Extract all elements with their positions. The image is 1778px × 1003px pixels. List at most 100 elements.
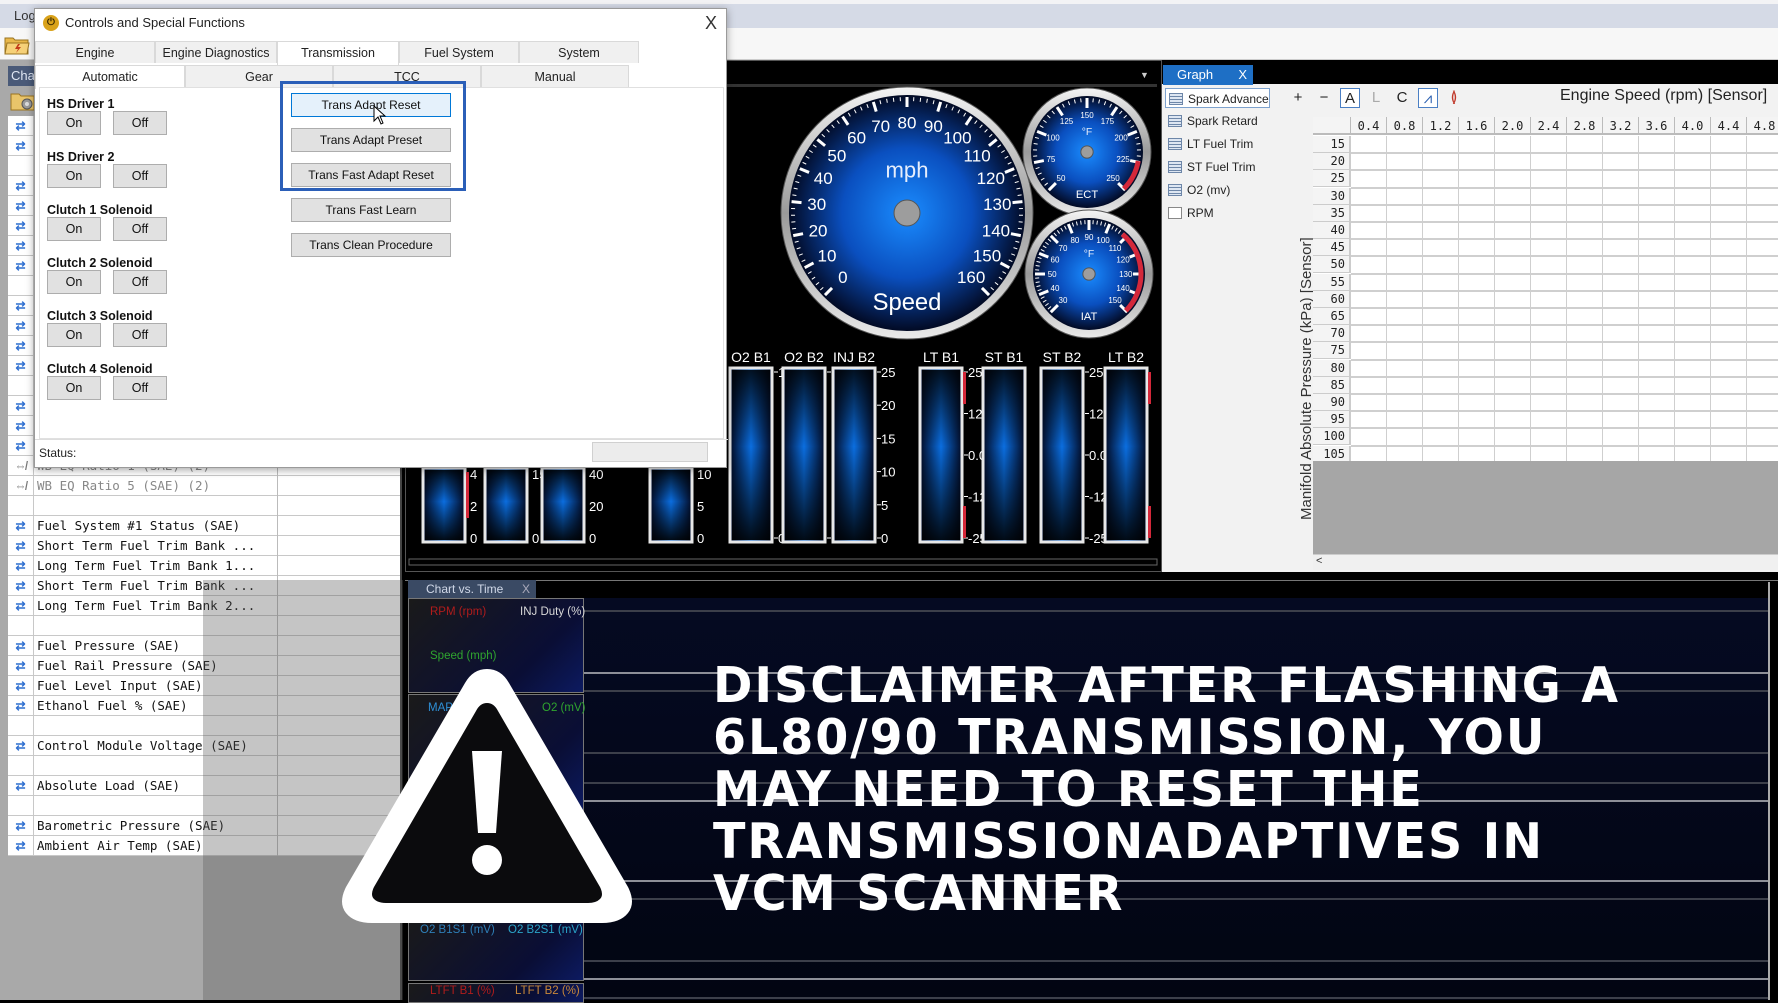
link-icon: ⇄ xyxy=(8,556,34,576)
gauge-tick-label: 80 xyxy=(1070,236,1079,245)
link-icon: ⇄ xyxy=(8,176,34,196)
bar-limit-marker xyxy=(466,472,469,518)
subtab-manual[interactable]: Manual xyxy=(481,65,629,87)
empty-cell xyxy=(8,376,34,396)
zoom-in-icon[interactable]: + xyxy=(1288,88,1308,108)
graph-table-grid[interactable]: 0.40.81.21.62.02.42.83.23.64.04.44.81520… xyxy=(1313,117,1778,461)
grid-corner xyxy=(1313,117,1351,135)
off-button[interactable]: Off xyxy=(113,323,167,347)
grid-hline xyxy=(1351,273,1778,275)
row-header: 60 xyxy=(1313,291,1351,308)
link-icon: ⇄ xyxy=(8,816,34,836)
horizontal-scrollbar[interactable] xyxy=(1313,554,1778,570)
off-button[interactable]: Off xyxy=(113,111,167,135)
open-folder-icon[interactable] xyxy=(4,34,30,56)
grid-hline xyxy=(1351,221,1778,223)
tab-transmission[interactable]: Transmission xyxy=(277,41,399,65)
trace-icon[interactable]: ≬ xyxy=(1444,88,1464,108)
graph-table-item[interactable]: Spark Advance xyxy=(1165,88,1270,108)
table-icon xyxy=(1168,161,1182,173)
waveform-icon[interactable]: ⩘ xyxy=(1418,88,1438,108)
on-button[interactable]: On xyxy=(47,217,101,241)
list-item[interactable]: ⇎WB EQ Ratio 5 (SAE) (2) xyxy=(8,476,400,496)
list-item[interactable]: ⇄Fuel System #1 Status (SAE) xyxy=(8,516,400,536)
tab-system[interactable]: System xyxy=(519,41,639,63)
list-item-name: Barometric Pressure (SAE) xyxy=(37,816,225,836)
on-button[interactable]: On xyxy=(47,323,101,347)
list-item-value xyxy=(277,556,400,576)
close-icon[interactable]: X xyxy=(522,580,530,598)
link-icon: ⇄ xyxy=(8,636,34,656)
divider xyxy=(35,439,728,440)
off-button[interactable]: Off xyxy=(113,217,167,241)
zoom-out-icon[interactable]: − xyxy=(1314,88,1334,108)
off-button[interactable]: Off xyxy=(113,164,167,188)
gauge-tick-label: 130 xyxy=(983,195,1011,214)
row-header: 35 xyxy=(1313,205,1351,222)
tab-graph[interactable]: Graph X xyxy=(1163,65,1253,85)
trans-adapt-reset-button[interactable]: Trans Adapt Reset xyxy=(291,93,451,117)
list-item[interactable] xyxy=(8,496,400,516)
auto-icon[interactable]: A xyxy=(1340,88,1360,108)
list-item[interactable]: ⇄Short Term Fuel Trim Bank ... xyxy=(8,536,400,556)
cell-mode-icon[interactable]: C xyxy=(1392,88,1412,108)
graph-table-label: ST Fuel Trim xyxy=(1187,160,1255,174)
list-item-name: Long Term Fuel Trim Bank 1... xyxy=(37,556,255,576)
grid-hline xyxy=(1351,187,1778,189)
legend-item[interactable]: INJ Duty (%) xyxy=(520,606,585,618)
gauge-tick-label: 125 xyxy=(1060,117,1074,126)
gauge-tick-label: 0 xyxy=(838,268,847,287)
on-button[interactable]: On xyxy=(47,270,101,294)
row-header: 55 xyxy=(1313,274,1351,291)
graph-table-item[interactable]: RPM xyxy=(1165,203,1214,223)
trans-fast-adapt-reset-button[interactable]: Trans Fast Adapt Reset xyxy=(291,163,451,187)
scroll-left-icon[interactable]: < xyxy=(1316,555,1322,567)
gauge-tick-label: 100 xyxy=(1046,134,1060,143)
off-button[interactable]: Off xyxy=(113,376,167,400)
subtab-automatic[interactable]: Automatic xyxy=(35,65,185,89)
on-button[interactable]: On xyxy=(47,164,101,188)
disclaimer-line: DISCLAIMER AFTER FLASHING A xyxy=(713,660,1722,712)
tab-chart-vs-time[interactable]: Chart vs. Time X xyxy=(408,580,536,598)
graph-empty-area xyxy=(1313,461,1778,554)
trans-clean-procedure-button[interactable]: Trans Clean Procedure xyxy=(291,233,451,257)
settings-folder-icon[interactable] xyxy=(10,90,36,112)
trans-adapt-preset-button[interactable]: Trans Adapt Preset xyxy=(291,128,451,152)
gauge-unit: °F xyxy=(1084,249,1095,260)
close-icon[interactable]: X xyxy=(1238,65,1247,85)
off-button[interactable]: Off xyxy=(113,270,167,294)
graph-table-item[interactable]: O2 (mv) xyxy=(1165,180,1230,200)
on-button[interactable]: On xyxy=(47,111,101,135)
tab-engine[interactable]: Engine xyxy=(35,41,155,63)
legend-item[interactable]: RPM (rpm) xyxy=(430,606,486,618)
bar-scale-label: 0 xyxy=(589,531,596,546)
legend-item[interactable]: LTFT B2 (%) xyxy=(515,985,580,997)
row-header: 100 xyxy=(1313,428,1351,445)
link-icon: ⇄ xyxy=(8,576,34,596)
empty-cell xyxy=(8,156,34,176)
graph-table-item[interactable]: LT Fuel Trim xyxy=(1165,134,1253,154)
on-button[interactable]: On xyxy=(47,376,101,400)
tab-engine-diagnostics[interactable]: Engine Diagnostics xyxy=(155,41,277,63)
legend-item[interactable]: LTFT B1 (%) xyxy=(430,985,495,997)
tab-fuel-system[interactable]: Fuel System xyxy=(399,41,519,63)
dropdown-arrow-icon[interactable]: ▼ xyxy=(1140,70,1149,80)
list-item-name: Ethanol Fuel % (SAE) xyxy=(37,696,188,716)
gauge-tick-label: 40 xyxy=(814,169,833,188)
graph-table-item[interactable]: ST Fuel Trim xyxy=(1165,157,1255,177)
chart-gridline xyxy=(584,997,1770,999)
bar-scale-label: 20 xyxy=(589,499,603,514)
gauge-tick-label: 120 xyxy=(1116,256,1130,265)
bar-scale-label: 10 xyxy=(697,467,711,482)
bar-scale-label: 5 xyxy=(881,498,888,513)
link-icon: ⇄ xyxy=(8,656,34,676)
link-icon: ⇄ xyxy=(8,676,34,696)
row-header: 80 xyxy=(1313,360,1351,377)
list-item[interactable]: ⇄Long Term Fuel Trim Bank 1... xyxy=(8,556,400,576)
line-mode-icon[interactable]: L xyxy=(1366,88,1386,108)
menu-log[interactable]: Log xyxy=(14,8,36,23)
trans-fast-learn-button[interactable]: Trans Fast Learn xyxy=(291,198,451,222)
gauge-tick xyxy=(792,228,796,229)
graph-table-item[interactable]: Spark Retard xyxy=(1165,111,1258,131)
close-button[interactable]: X xyxy=(699,11,723,35)
